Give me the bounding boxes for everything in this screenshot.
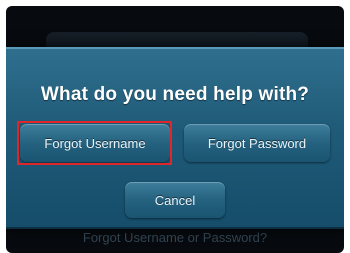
forgot-password-button[interactable]: Forgot Password xyxy=(184,124,330,162)
cancel-button[interactable]: Cancel xyxy=(125,182,225,218)
dialog-title: What do you need help with? xyxy=(40,84,310,105)
forgot-username-button[interactable]: Forgot Username xyxy=(20,124,170,162)
help-dialog: What do you need help with? Forgot Usern… xyxy=(6,47,344,229)
forgot-password-label: Forgot Password xyxy=(207,135,307,151)
screen: Forgot Username or Password? What do you… xyxy=(6,6,344,253)
forgot-username-label: Forgot Username xyxy=(44,135,146,151)
cancel-label: Cancel xyxy=(154,192,196,208)
background-forgot-link[interactable]: Forgot Username or Password? xyxy=(6,230,344,245)
